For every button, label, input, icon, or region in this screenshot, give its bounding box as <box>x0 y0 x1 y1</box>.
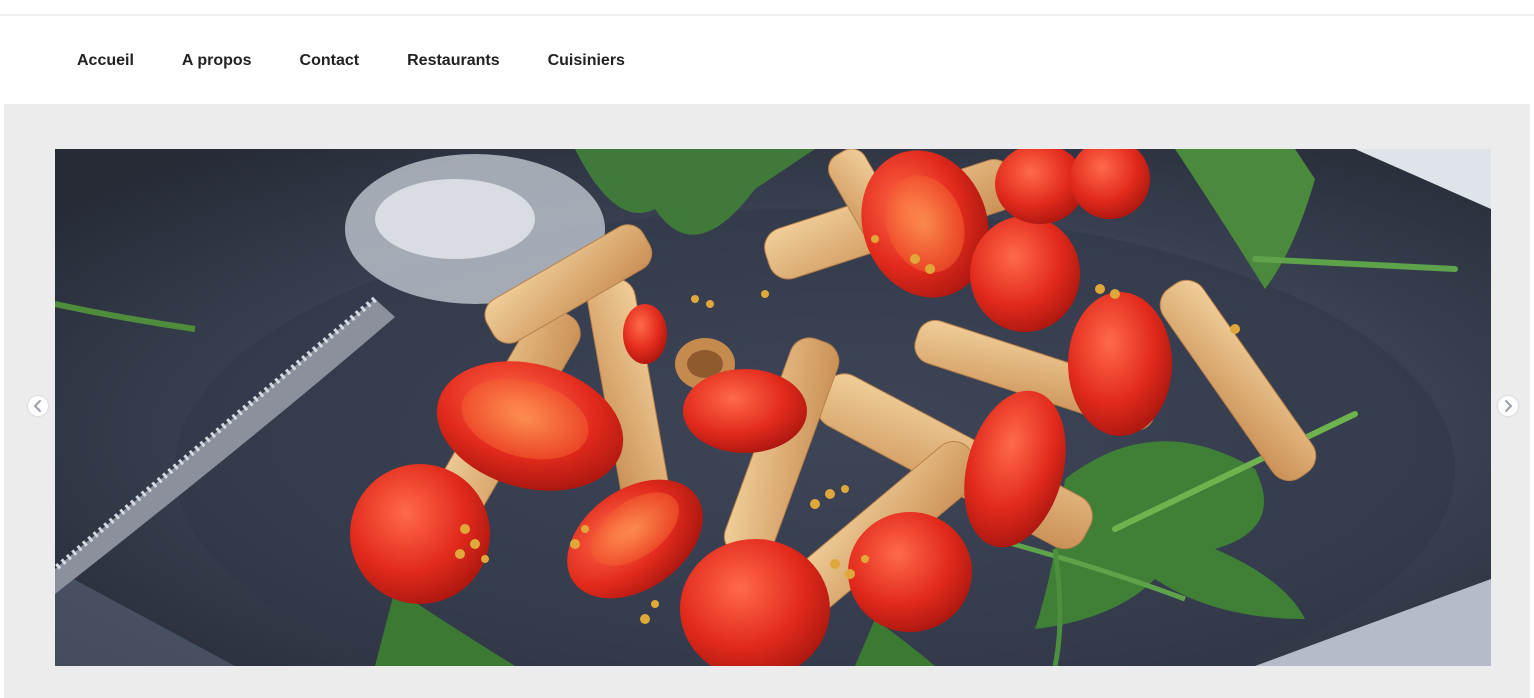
nav-item-a-propos[interactable]: A propos <box>182 52 252 70</box>
nav-item-cuisiniers[interactable]: Cuisiniers <box>548 52 625 70</box>
chevron-right-icon <box>1505 400 1512 412</box>
chevron-left-icon <box>34 400 41 412</box>
carousel-next-button[interactable] <box>1498 396 1518 416</box>
carousel-prev-button[interactable] <box>28 396 48 416</box>
carousel-slide-image <box>55 149 1491 666</box>
nav-item-accueil[interactable]: Accueil <box>77 52 134 70</box>
top-divider <box>0 14 1534 16</box>
nav-item-contact[interactable]: Contact <box>300 52 360 70</box>
hero-carousel <box>4 104 1530 698</box>
pasta-salad-photo <box>55 149 1491 666</box>
nav-item-restaurants[interactable]: Restaurants <box>407 52 499 70</box>
main-navigation: Accueil A propos Contact Restaurants Cui… <box>77 50 673 72</box>
